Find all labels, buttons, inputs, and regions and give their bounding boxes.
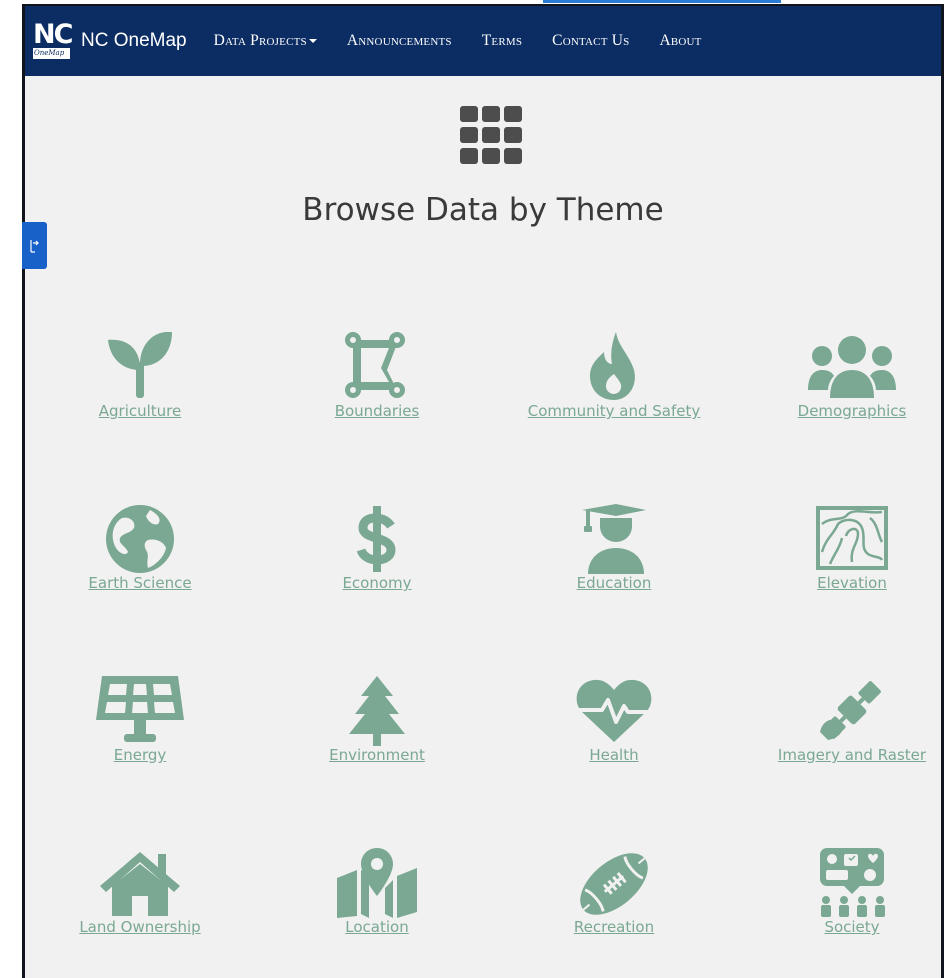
theme-demographics[interactable]: Demographics <box>733 332 941 420</box>
nav-about[interactable]: About <box>659 32 701 50</box>
theme-label: Elevation <box>817 574 887 592</box>
theme-elevation[interactable]: Elevation <box>733 504 941 592</box>
nav-terms[interactable]: Terms <box>482 32 522 50</box>
theme-education[interactable]: Education <box>495 504 733 592</box>
theme-label: Imagery and Raster <box>777 746 927 764</box>
logo-subtext: OneMap <box>33 48 70 59</box>
globe-icon <box>106 505 174 573</box>
topo-map-icon <box>816 506 888 570</box>
seedling-icon <box>108 332 172 398</box>
theme-label: Land Ownership <box>79 918 201 936</box>
theme-boundaries[interactable]: Boundaries <box>258 332 496 420</box>
grid-icon <box>460 106 522 164</box>
brand-name: NC OneMap <box>81 30 187 51</box>
nav-data-projects-label: Data Projects <box>213 32 307 49</box>
theme-label: Environment <box>329 746 425 764</box>
users-icon <box>808 336 896 398</box>
logo-nc-text: NC <box>33 19 73 50</box>
main-nav: Data Projects Announcements Terms Contac… <box>214 32 732 50</box>
theme-label: Energy <box>113 746 167 764</box>
dollar-icon <box>356 506 396 572</box>
theme-environment[interactable]: Environment <box>258 676 496 764</box>
football-icon <box>580 853 648 915</box>
theme-label: Earth Science <box>88 574 192 592</box>
sign-out-icon <box>29 239 39 253</box>
theme-label: Location <box>345 918 409 936</box>
theme-agriculture[interactable]: Agriculture <box>25 332 259 420</box>
theme-community-safety[interactable]: Community and Safety <box>495 332 733 420</box>
theme-recreation[interactable]: Recreation <box>495 848 733 936</box>
nav-data-projects[interactable]: Data Projects <box>214 32 317 50</box>
house-icon <box>100 852 180 916</box>
theme-land-ownership[interactable]: Land Ownership <box>25 848 259 936</box>
theme-label: Boundaries <box>334 402 420 420</box>
navbar: NC OneMap NC OneMap Data Projects Announ… <box>25 6 941 76</box>
fire-icon <box>590 332 635 400</box>
nav-contact-us[interactable]: Contact Us <box>552 32 629 50</box>
theme-label: Economy <box>342 574 412 592</box>
nc-onemap-logo: NC OneMap <box>33 19 73 60</box>
brand-link[interactable]: NC OneMap NC OneMap <box>33 19 187 60</box>
graduate-icon <box>582 504 646 574</box>
theme-imagery-raster[interactable]: Imagery and Raster <box>733 676 941 764</box>
side-panel-toggle[interactable] <box>22 222 47 269</box>
theme-energy[interactable]: Energy <box>25 676 259 764</box>
theme-health[interactable]: Health <box>495 676 733 764</box>
browser-page: NC OneMap NC OneMap Data Projects Announ… <box>22 4 944 978</box>
theme-label: Agriculture <box>98 402 182 420</box>
theme-label: Health <box>589 746 639 764</box>
map-location-icon <box>337 848 417 918</box>
satellite-icon <box>820 681 881 740</box>
theme-location[interactable]: Location <box>258 848 496 936</box>
theme-label: Society <box>824 918 880 936</box>
caret-down-icon <box>308 39 317 44</box>
theme-label: Community and Safety <box>527 402 701 420</box>
theme-label: Education <box>576 574 652 592</box>
nav-announcements[interactable]: Announcements <box>347 32 452 50</box>
heart-pulse-icon <box>574 679 654 742</box>
solar-panel-icon <box>96 676 184 742</box>
theme-economy[interactable]: Economy <box>258 504 496 592</box>
partial-link <box>543 0 781 3</box>
page-title: Browse Data by Theme <box>302 192 664 228</box>
society-icon <box>820 848 885 917</box>
theme-earth-science[interactable]: Earth Science <box>25 504 259 592</box>
theme-label: Recreation <box>573 918 655 936</box>
theme-label: Demographics <box>797 402 907 420</box>
tree-icon <box>349 676 405 746</box>
theme-society[interactable]: Society <box>733 848 941 936</box>
vector-square-icon <box>345 332 405 398</box>
